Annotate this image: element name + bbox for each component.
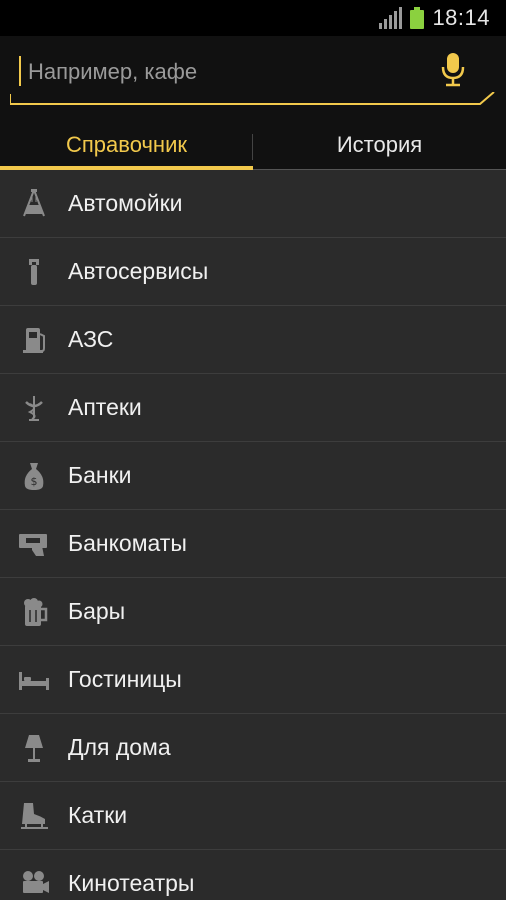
tab-directory[interactable]: Справочник: [0, 120, 253, 170]
list-item-cinemas[interactable]: Кинотеатры: [0, 850, 506, 900]
status-time: 18:14: [432, 5, 490, 30]
bed-icon: [18, 664, 50, 696]
atm-icon: [18, 528, 50, 560]
money-bag-icon: $: [18, 460, 50, 492]
text-cursor: [19, 56, 21, 86]
list-item-atm[interactable]: Банкоматы: [0, 510, 506, 578]
list-item-hotels[interactable]: Гостиницы: [0, 646, 506, 714]
list-item-label: АЗС: [68, 326, 114, 352]
svg-text:$: $: [31, 475, 38, 488]
list-item-car-service[interactable]: Автосервисы: [0, 238, 506, 306]
gas-station-icon: [18, 324, 50, 356]
list-item-label: Автомойки: [68, 190, 183, 216]
search-input[interactable]: [28, 54, 428, 90]
microphone-icon[interactable]: [440, 52, 466, 88]
list-item-home[interactable]: Для дома: [0, 714, 506, 782]
list-item-gas-station[interactable]: АЗС: [0, 306, 506, 374]
list-item-label: Кинотеатры: [68, 870, 195, 896]
search-underline: [10, 92, 495, 105]
car-wash-icon: [18, 188, 50, 220]
movie-camera-icon: [18, 868, 50, 900]
search-field: [10, 48, 498, 105]
list-item-banks[interactable]: $ Банки: [0, 442, 506, 510]
list-item-label: Банкоматы: [68, 530, 187, 556]
search-header: Справочник История: [0, 36, 506, 170]
list-item-pharmacy[interactable]: Аптеки: [0, 374, 506, 442]
list-item-car-wash[interactable]: Автомойки: [0, 170, 506, 238]
list-item-bars[interactable]: Бары: [0, 578, 506, 646]
list-item-label: Гостиницы: [68, 666, 182, 692]
list-item-label: Аптеки: [68, 394, 142, 420]
category-list: Автомойки Автосервисы АЗС Аптеки $ Банки…: [0, 170, 506, 900]
list-item-label: Бары: [68, 598, 126, 624]
status-indicators: 18:14: [379, 4, 490, 32]
list-item-skating-rinks[interactable]: Катки: [0, 782, 506, 850]
status-bar: 18:14: [0, 0, 506, 36]
battery-icon: [410, 7, 425, 29]
list-item-label: Катки: [68, 802, 128, 828]
list-item-label: Банки: [68, 462, 132, 488]
list-item-label: Автосервисы: [68, 258, 209, 284]
tab-directory-label: Справочник: [66, 132, 187, 157]
pharmacy-icon: [18, 392, 50, 424]
tab-history[interactable]: История: [253, 120, 506, 170]
ice-skate-icon: [18, 800, 50, 832]
tab-bar: Справочник История: [0, 120, 506, 170]
lamp-icon: [18, 732, 50, 764]
signal-icon: [379, 7, 403, 29]
beer-mug-icon: [18, 596, 50, 628]
tab-history-label: История: [336, 132, 423, 157]
list-item-label: Для дома: [68, 734, 171, 760]
wrench-icon: [18, 256, 50, 288]
